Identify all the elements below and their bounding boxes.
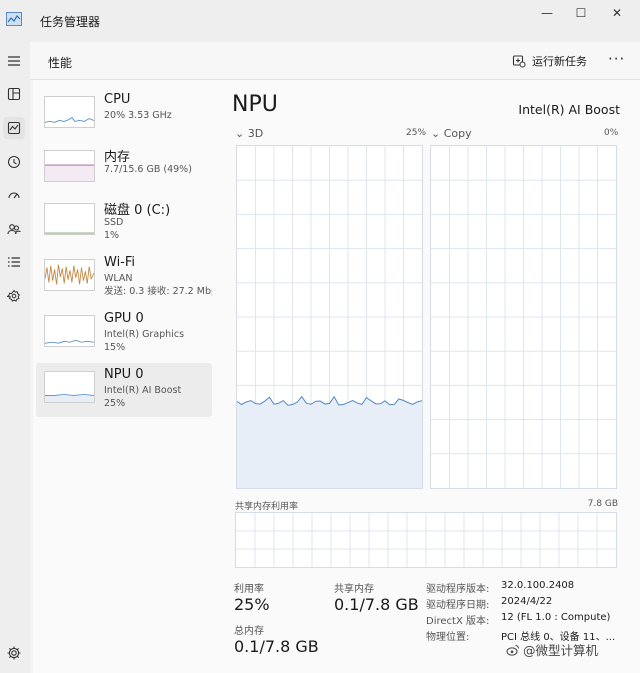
run-new-task-button[interactable]: 运行新任务 [512, 53, 587, 69]
nav-performance[interactable] [3, 117, 25, 139]
device-name: NPU 0 [104, 367, 144, 382]
gpu-thumbnail-graph [44, 315, 95, 347]
directx-version-value: 12 (FL 1.0 : Compute) [501, 612, 611, 623]
utilization-value: 25% [234, 595, 270, 614]
device-detail: 7.7/15.6 GB (49%) [104, 164, 192, 175]
shared-memory-label: 共享内存 [334, 584, 374, 595]
memory-thumbnail-graph [44, 150, 95, 182]
hamburger-icon [8, 56, 20, 66]
usage-area [237, 396, 422, 488]
device-detail: Intel(R) AI Boost [104, 385, 182, 396]
nav-details[interactable] [3, 251, 25, 273]
device-detail: Intel(R) Graphics [104, 329, 185, 340]
utilization-label: 利用率 [234, 584, 264, 595]
more-options-button[interactable]: ··· [608, 50, 625, 68]
device-usage: 15% [104, 342, 126, 353]
graph-3d-selector[interactable]: ⌄ 3D [235, 127, 263, 140]
graph-copy-selector[interactable]: ⌄ Copy [431, 127, 472, 140]
graph-3d-label: 3D [247, 127, 264, 140]
processes-icon [7, 87, 21, 101]
nav-services[interactable] [3, 285, 25, 307]
settings-button[interactable] [6, 645, 22, 661]
device-detail: SSD [104, 217, 124, 228]
graph-3d-max: 25% [406, 128, 427, 138]
shared-memory-graph [235, 512, 617, 568]
device-item-npu[interactable]: NPU 0 Intel(R) AI Boost 25% [36, 363, 212, 417]
chevron-down-icon: ⌄ [431, 127, 444, 140]
run-task-icon [512, 55, 526, 68]
npu-thumbnail-graph [44, 371, 95, 403]
nav-users[interactable] [3, 218, 25, 240]
services-icon [7, 289, 20, 302]
cpu-thumbnail-graph [44, 96, 95, 128]
task-manager-app-icon [6, 12, 22, 26]
title-bar: 任务管理器 — ☐ ✕ [0, 0, 640, 42]
total-memory-label: 总内存 [234, 626, 264, 637]
driver-date-value: 2024/4/22 [501, 596, 553, 607]
minimize-button[interactable]: — [532, 6, 562, 20]
total-memory-value: 0.1/7.8 GB [234, 637, 319, 656]
shared-memory-graph-label: 共享内存利用率 [235, 502, 299, 512]
gear-icon [7, 646, 21, 660]
nav-processes[interactable] [3, 83, 25, 105]
device-item-wifi[interactable]: Wi-Fi WLAN 发送: 0.3 接收: 27.2 Mbps [36, 251, 212, 305]
weibo-logo-icon [506, 644, 519, 656]
graph-copy [430, 145, 617, 489]
detail-title: NPU [232, 92, 278, 117]
device-item-gpu[interactable]: GPU 0 Intel(R) Graphics 15% [36, 307, 212, 361]
device-detail: WLAN [104, 273, 133, 284]
shared-memory-value: 0.1/7.8 GB [334, 595, 419, 614]
graph-copy-label: Copy [443, 127, 472, 140]
device-item-disk[interactable]: 磁盘 0 (C:) SSD 1% [36, 195, 212, 249]
users-icon [7, 224, 21, 235]
window-title: 任务管理器 [40, 15, 101, 29]
watermark-text: @微型计算机 [523, 643, 599, 658]
device-detail: 20% 3.53 GHz [104, 110, 172, 121]
device-item-memory[interactable]: 内存 7.7/15.6 GB (49%) [36, 142, 212, 196]
run-new-task-label: 运行新任务 [532, 55, 587, 68]
device-name: GPU 0 [104, 311, 144, 326]
driver-version-key: 驱动程序版本: [426, 584, 490, 595]
device-item-cpu[interactable]: CPU 20% 3.53 GHz [36, 88, 212, 142]
page-title: 性能 [48, 56, 73, 70]
device-throughput: 发送: 0.3 接收: 27.2 Mbps [104, 286, 212, 297]
graph-copy-max: 0% [604, 128, 619, 138]
nav-app-history[interactable] [3, 151, 25, 173]
physical-location-key: 物理位置: [426, 632, 470, 643]
chevron-down-icon: ⌄ [235, 127, 248, 140]
graph-3d [236, 145, 423, 489]
history-icon [7, 155, 21, 169]
maximize-button[interactable]: ☐ [566, 6, 596, 20]
device-usage: 1% [104, 230, 120, 241]
driver-version-value: 32.0.100.2408 [501, 580, 575, 591]
detail-model-name: Intel(R) AI Boost [518, 102, 620, 117]
device-usage: 25% [104, 398, 126, 409]
driver-date-key: 驱动程序日期: [426, 600, 490, 611]
watermark: @微型计算机 [506, 640, 598, 659]
details-icon [8, 257, 20, 267]
device-name: CPU [104, 92, 131, 107]
directx-version-key: DirectX 版本: [426, 616, 490, 627]
close-button[interactable]: ✕ [602, 6, 632, 20]
startup-icon [8, 192, 20, 199]
disk-thumbnail-graph [44, 203, 95, 235]
nav-rail [0, 42, 30, 673]
device-name: Wi-Fi [104, 255, 136, 270]
performance-icon [7, 121, 21, 135]
hamburger-menu-button[interactable] [3, 50, 25, 72]
wifi-thumbnail-graph [44, 259, 95, 291]
page-header: 性能 运行新任务 ··· [30, 42, 640, 80]
performance-content: CPU 20% 3.53 GHz 内存 7.7/15.6 GB (49%) 磁盘… [33, 80, 640, 673]
nav-startup-apps[interactable] [3, 184, 25, 206]
shared-memory-graph-max: 7.8 GB [587, 499, 618, 509]
